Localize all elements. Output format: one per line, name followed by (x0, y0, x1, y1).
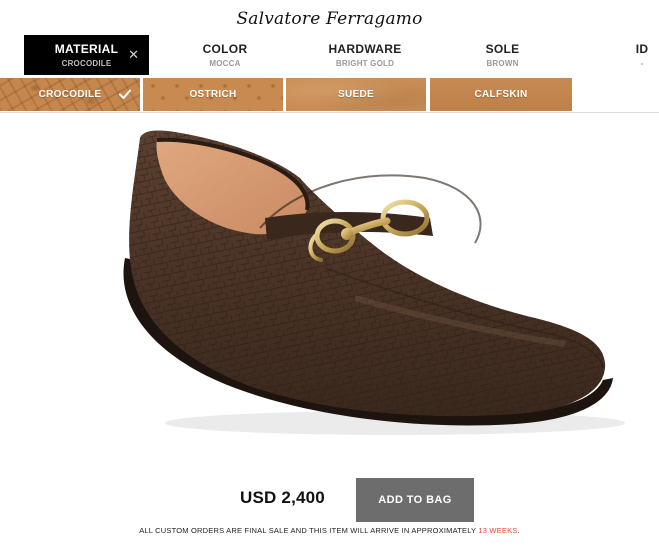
add-to-bag-button[interactable]: ADD TO BAG (356, 478, 474, 522)
purchase-row: USD 2,400 ADD TO BAG (0, 478, 659, 523)
tab-color[interactable]: COLOR MOCCA (170, 35, 280, 75)
swatch-crocodile[interactable]: CROCODILE (0, 78, 140, 111)
material-swatches: CROCODILE OSTRICH SUEDE CALFSKIN (0, 77, 659, 113)
tab-sole-label: SOLE (485, 42, 520, 56)
brand-logo[interactable]: Salvatore Ferragamo (0, 0, 659, 34)
swatch-crocodile-label: CROCODILE (38, 89, 102, 100)
notice-text: ALL CUSTOM ORDERS ARE FINAL SALE AND THI… (139, 526, 479, 535)
notice-weeks: 13 WEEKS (478, 526, 518, 535)
swatch-suede[interactable]: SUEDE (286, 78, 426, 111)
brand-logo-text: Salvatore Ferragamo (236, 9, 423, 29)
notice-suffix: . (517, 526, 520, 535)
tab-color-value: MOCCA (209, 59, 241, 68)
tab-sole[interactable]: SOLE BROWN (455, 35, 550, 75)
tab-material-label: MATERIAL (54, 42, 119, 56)
tab-color-label: COLOR (202, 42, 248, 56)
swatch-calfskin-label: CALFSKIN (474, 89, 528, 100)
swatch-ostrich-label: OSTRICH (189, 89, 237, 100)
tab-material[interactable]: MATERIAL CROCODILE ✕ (24, 35, 149, 75)
tab-id[interactable]: ID - (625, 35, 659, 75)
swatch-calfskin[interactable]: CALFSKIN (430, 78, 572, 111)
tab-material-value: CROCODILE (61, 59, 112, 68)
tab-id-label: ID (635, 42, 649, 56)
checkmark-icon (119, 89, 131, 99)
swatch-ostrich[interactable]: OSTRICH (143, 78, 283, 111)
delivery-notice: ALL CUSTOM ORDERS ARE FINAL SALE AND THI… (0, 526, 659, 535)
price: USD 2,400 (240, 488, 325, 507)
customization-tabs: MATERIAL CROCODILE ✕ COLOR MOCCA HARDWAR… (0, 35, 659, 75)
tab-hardware-value: BRIGHT GOLD (335, 59, 395, 68)
tab-id-value: - (640, 59, 644, 68)
tab-hardware[interactable]: HARDWARE BRIGHT GOLD (305, 35, 425, 75)
tab-hardware-label: HARDWARE (328, 42, 402, 56)
close-icon[interactable]: ✕ (128, 48, 139, 61)
tab-sole-value: BROWN (486, 59, 519, 68)
product-image (123, 130, 625, 435)
swatch-suede-label: SUEDE (338, 89, 374, 100)
